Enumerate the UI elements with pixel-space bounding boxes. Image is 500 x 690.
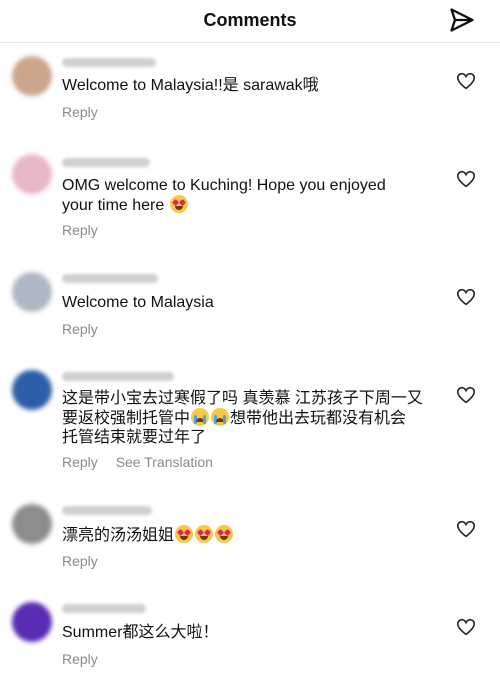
header: Comments: [0, 0, 500, 43]
comment-text-line: your time here: [62, 197, 165, 214]
heart-eyes-emoji-icon: [169, 195, 188, 213]
username[interactable]: [62, 274, 158, 283]
comment-text-line: 要返校强制托管中: [62, 410, 191, 427]
avatar[interactable]: [12, 504, 52, 544]
heart-eyes-emoji-icon: [215, 525, 234, 543]
comment-text-line: 漂亮的汤汤姐姐: [62, 527, 175, 544]
avatar[interactable]: [12, 370, 52, 410]
username[interactable]: [62, 604, 146, 613]
heart-eyes-emoji-icon: [195, 525, 214, 543]
comment-actions: Reply See Translation: [62, 454, 227, 470]
comment-text: Welcome to Malaysia: [62, 294, 214, 311]
heart-icon[interactable]: [456, 618, 476, 636]
comment-text: OMG welcome to Kuching! Hope you enjoyed…: [62, 176, 434, 215]
avatar[interactable]: [12, 272, 52, 312]
crying-emoji-icon: [191, 408, 210, 426]
comment-text-line: 托管结束就要过年了: [62, 429, 207, 446]
avatar[interactable]: [12, 602, 52, 642]
comment-text: Welcome to Malaysia!!是 sarawak哦: [62, 77, 319, 94]
reply-button[interactable]: Reply: [62, 553, 98, 569]
comment-text-line: 要返校强制托管中 想带他出去玩都没有机会: [62, 408, 434, 428]
heart-icon[interactable]: [456, 170, 476, 188]
comment-text: 漂亮的汤汤姐姐: [62, 525, 434, 545]
comment-text-line: 想带他出去玩都没有机会: [230, 410, 407, 427]
heart-icon[interactable]: [456, 386, 476, 404]
heart-icon[interactable]: [456, 520, 476, 538]
username[interactable]: [62, 58, 156, 67]
comment-actions: Reply: [62, 321, 112, 337]
reply-button[interactable]: Reply: [62, 651, 98, 667]
reply-button[interactable]: Reply: [62, 454, 98, 470]
heart-icon[interactable]: [456, 288, 476, 306]
comment-text-line: 这是带小宝去过寒假了吗 真羡慕 江苏孩子下周一又: [62, 390, 423, 407]
username[interactable]: [62, 158, 150, 167]
reply-button[interactable]: Reply: [62, 321, 98, 337]
crying-emoji-icon: [211, 408, 230, 426]
comment-text: 这是带小宝去过寒假了吗 真羡慕 江苏孩子下周一又 要返校强制托管中 想带他出去玩都…: [62, 389, 434, 447]
username[interactable]: [62, 372, 174, 381]
see-translation-button[interactable]: See Translation: [116, 454, 213, 470]
comment-text-line: your time here: [62, 195, 434, 215]
reply-button[interactable]: Reply: [62, 222, 98, 238]
heart-eyes-emoji-icon: [175, 525, 194, 543]
avatar[interactable]: [12, 56, 52, 96]
comment-text-line: OMG welcome to Kuching! Hope you enjoyed: [62, 177, 386, 194]
comment-actions: Reply: [62, 553, 112, 569]
page-title: Comments: [203, 10, 297, 30]
comment-actions: Reply: [62, 651, 112, 667]
send-icon[interactable]: [448, 6, 476, 34]
avatar[interactable]: [12, 154, 52, 194]
comment-actions: Reply: [62, 222, 112, 238]
comment-actions: Reply: [62, 104, 112, 120]
reply-button[interactable]: Reply: [62, 104, 98, 120]
username[interactable]: [62, 506, 152, 515]
comment-text: Summer都这么大啦！: [62, 624, 219, 641]
heart-icon[interactable]: [456, 72, 476, 90]
